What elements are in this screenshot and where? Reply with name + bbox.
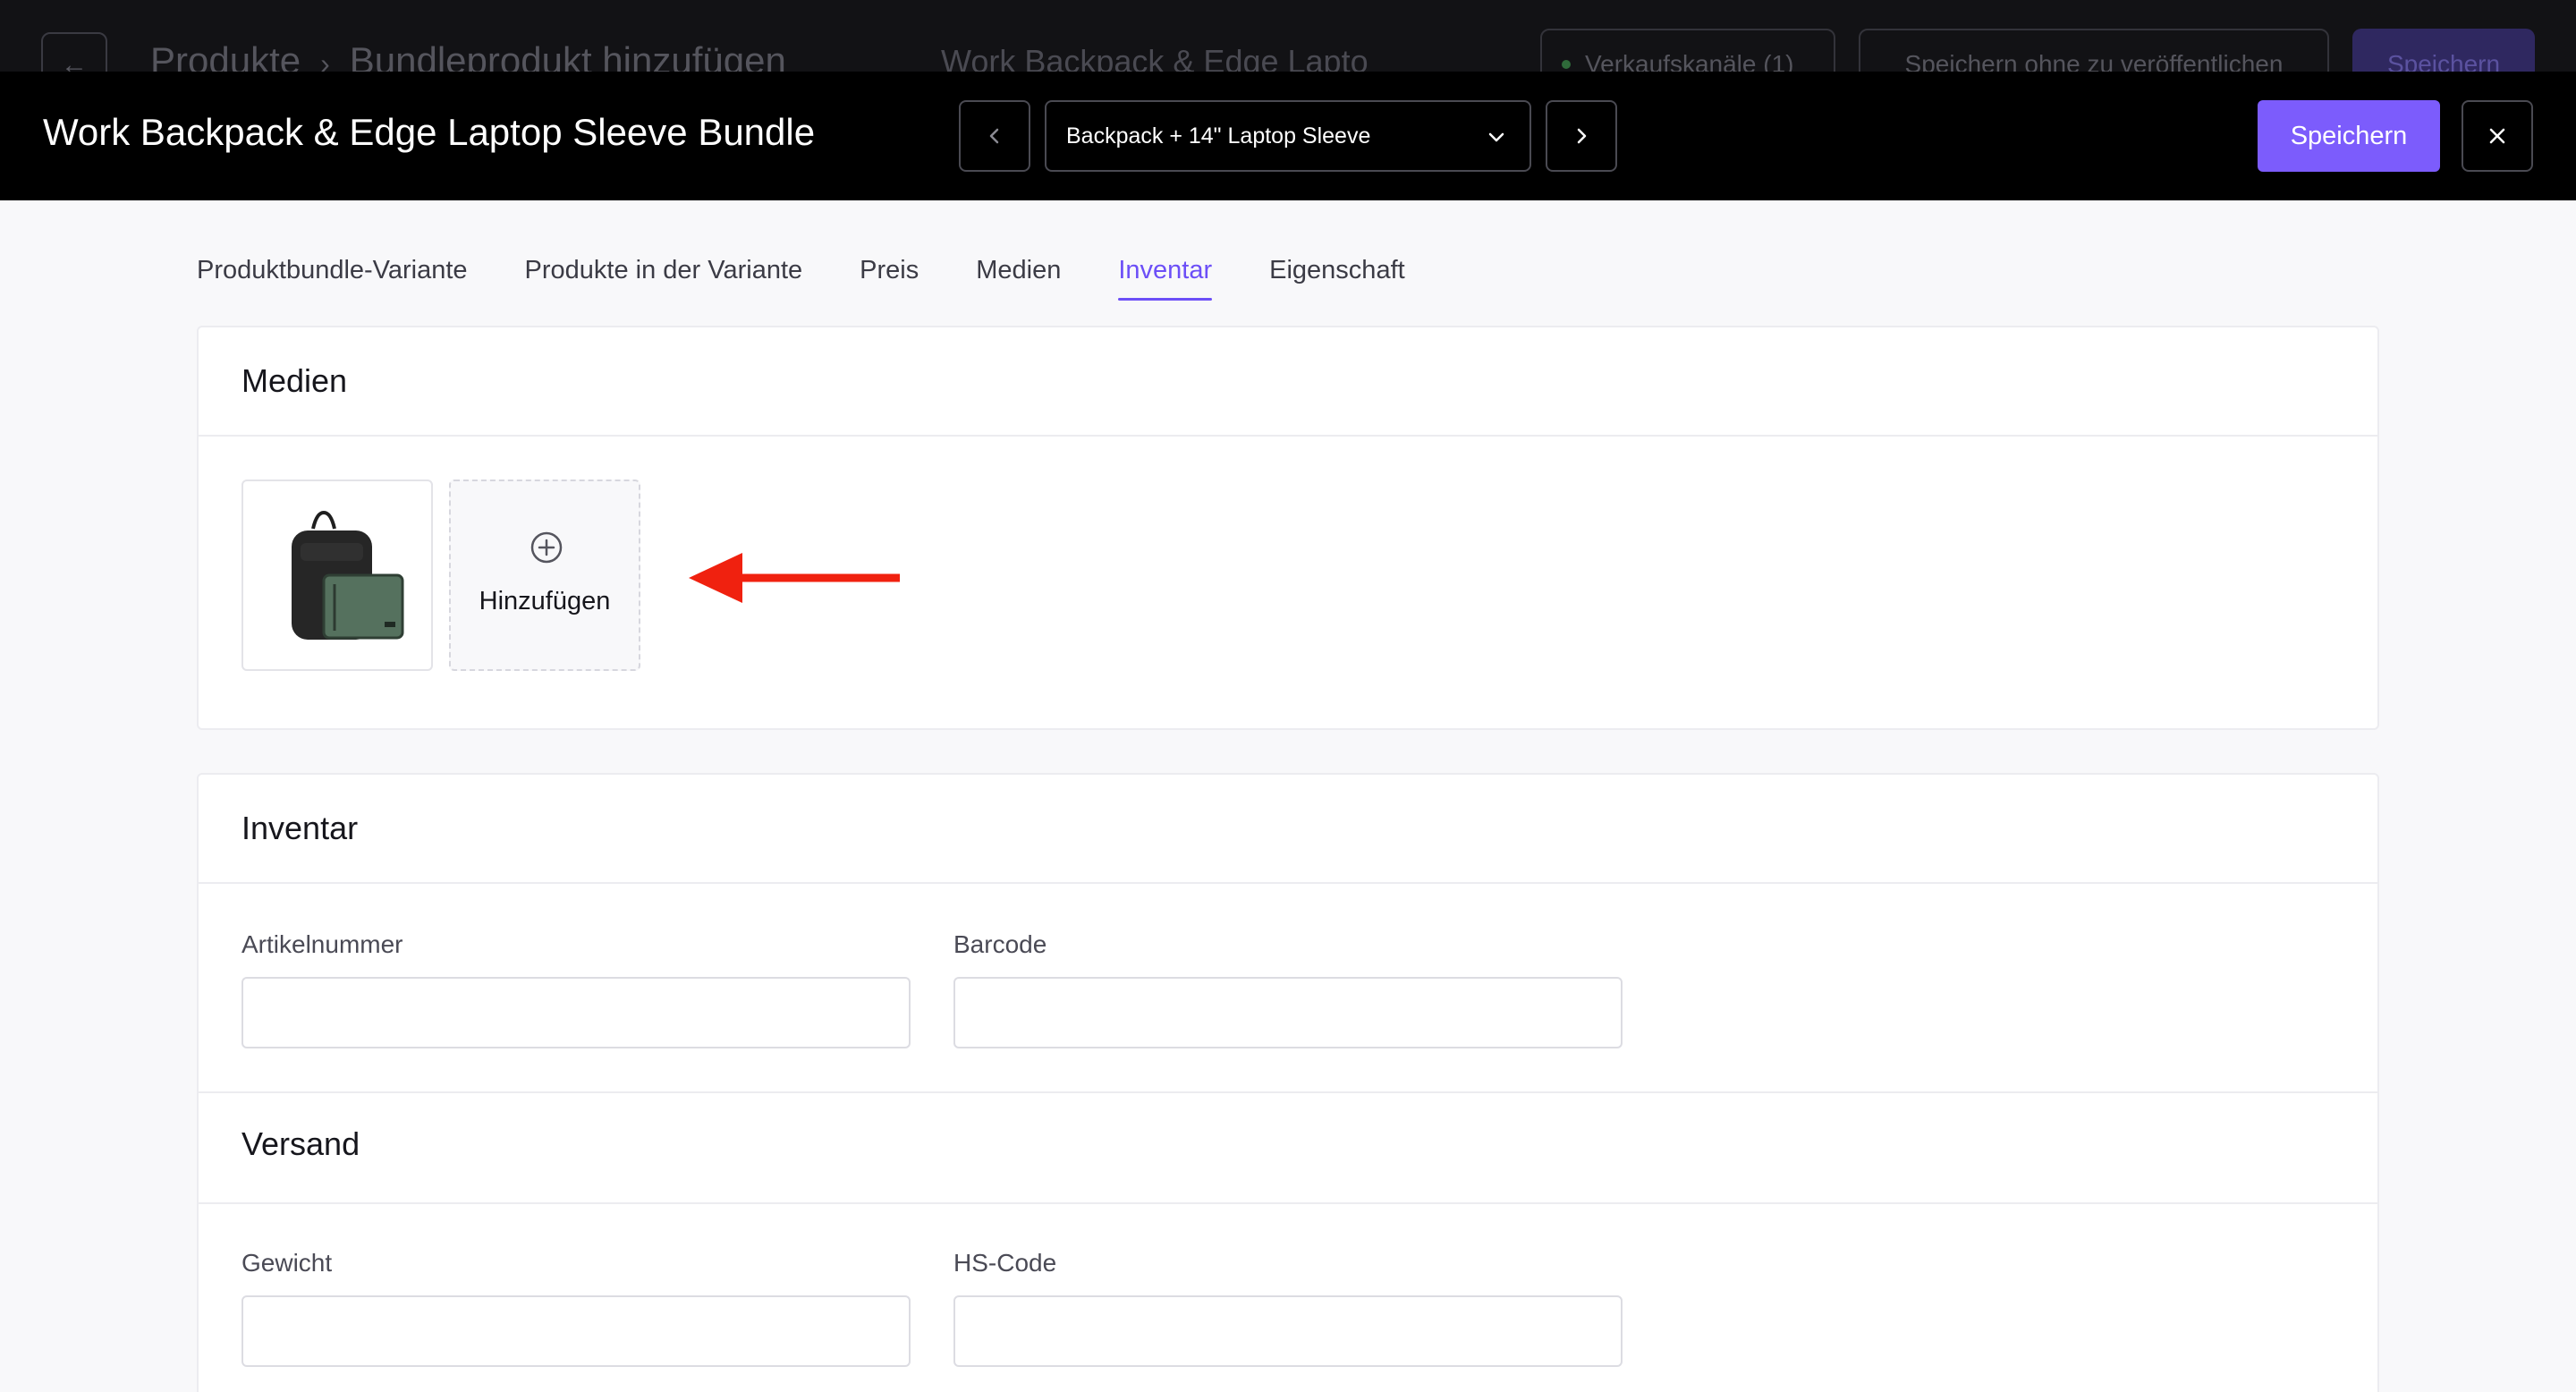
modal-header: Work Backpack & Edge Laptop Sleeve Bundl… [0, 72, 2576, 200]
next-variant-button[interactable] [1546, 100, 1617, 172]
barcode-input[interactable] [953, 977, 1623, 1048]
add-media-label: Hinzufügen [479, 587, 611, 615]
sku-label: Artikelnummer [242, 930, 403, 958]
plus-circle-icon [530, 531, 563, 564]
inventory-heading: Inventar [199, 775, 2377, 884]
tab-bundle-variant[interactable]: Produktbundle-Variante [197, 256, 468, 301]
breadcrumb-products: Produkte [150, 39, 301, 72]
hs-code-label: HS-Code [953, 1249, 1057, 1277]
sales-channels-label: Verkaufskanäle (1) [1585, 50, 1794, 72]
weight-label: Gewicht [242, 1249, 333, 1277]
previous-variant-button[interactable] [959, 100, 1030, 172]
media-thumbnail[interactable] [242, 480, 433, 671]
sku-input[interactable] [242, 977, 911, 1048]
breadcrumb-add-bundle: Bundleprodukt hinzufügen [349, 39, 786, 72]
tab-price[interactable]: Preis [860, 256, 919, 301]
inventory-card: Inventar Artikelnummer Barcode Versand G… [197, 773, 2379, 1392]
background-header: ← Produkte › Bundleprodukt hinzufügen Work… [0, 0, 2576, 72]
tab-attribute[interactable]: Eigenschaft [1269, 256, 1405, 301]
weight-input[interactable] [242, 1295, 911, 1367]
add-media-button[interactable]: Hinzufügen [449, 480, 640, 671]
variant-select-value: Backpack + 14" Laptop Sleeve [1066, 123, 1371, 149]
chevron-down-icon [1488, 132, 1504, 142]
close-icon [2489, 128, 2505, 144]
save-button[interactable]: Speichern [2258, 100, 2440, 172]
chevron-right-icon [1577, 128, 1587, 144]
tab-inventory[interactable]: Inventar [1118, 256, 1212, 301]
barcode-label: Barcode [953, 930, 1047, 958]
chevron-left-icon [989, 128, 999, 144]
media-heading: Medien [199, 327, 2377, 437]
status-dot-icon [1562, 60, 1571, 69]
background-product-title: Work Backpack & Edge Lapto [941, 43, 1368, 72]
variant-select[interactable]: Backpack + 14" Laptop Sleeve [1045, 100, 1531, 172]
shipping-heading: Versand [242, 1125, 360, 1162]
sales-channels-button: Verkaufskanäle (1) [1540, 29, 1835, 72]
section-divider [199, 1091, 2377, 1093]
breadcrumb-separator-icon: › [320, 47, 330, 72]
breadcrumb: Produkte › Bundleprodukt hinzufügen [150, 39, 786, 72]
variant-tabs: Produktbundle-Variante Produkte in der V… [197, 256, 1462, 301]
media-card: Medien Hinzufügen [197, 326, 2379, 730]
hs-code-input[interactable] [953, 1295, 1623, 1367]
annotation-arrow-icon [689, 553, 900, 603]
close-button[interactable] [2462, 100, 2533, 172]
back-button: ← [41, 32, 107, 72]
backpack-sleeve-image [292, 510, 404, 640]
tab-media[interactable]: Medien [976, 256, 1061, 301]
save-without-publish-button: Speichern ohne zu veröffentlichen [1859, 29, 2329, 72]
modal-title: Work Backpack & Edge Laptop Sleeve Bundl… [43, 111, 816, 153]
section-divider [199, 1202, 2377, 1204]
tab-products-in-variant[interactable]: Produkte in der Variante [525, 256, 803, 301]
background-save-button: Speichern [2352, 29, 2535, 72]
